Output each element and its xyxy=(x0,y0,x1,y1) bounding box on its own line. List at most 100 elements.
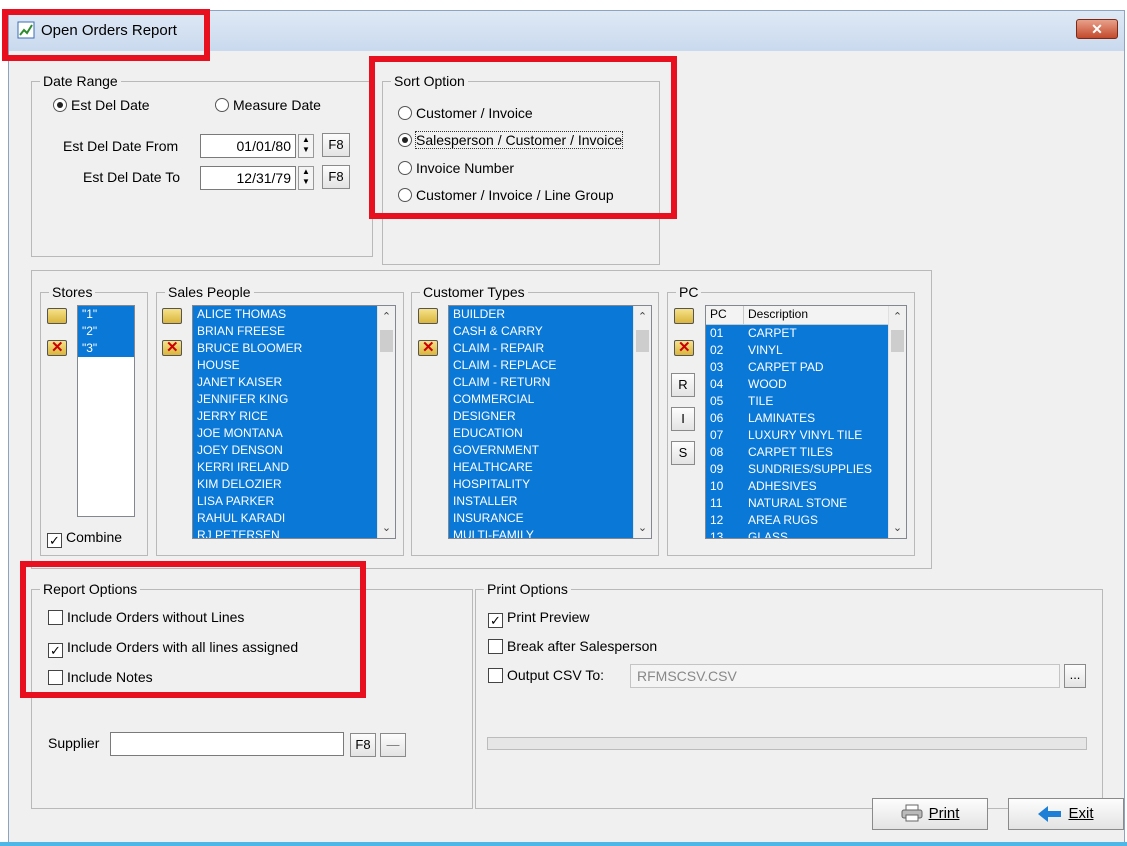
list-item[interactable]: JERRY RICE xyxy=(193,408,378,425)
list-item[interactable]: COMMERCIAL xyxy=(449,391,634,408)
list-item[interactable]: BRUCE BLOOMER xyxy=(193,340,378,357)
supplier-f8-button[interactable]: F8 xyxy=(350,733,376,757)
sort-line-group[interactable]: Customer / Invoice / Line Group xyxy=(398,187,614,203)
list-item[interactable]: BUILDER xyxy=(449,306,634,323)
pc-row[interactable]: 06 LAMINATES xyxy=(706,410,889,427)
list-item[interactable]: RJ PETERSEN xyxy=(193,527,378,538)
deselect-all-icon[interactable] xyxy=(162,338,182,356)
sales-people-list[interactable]: ALICE THOMAS BRIAN FREESE BRUCE BLOOMER HOU… xyxy=(192,305,396,539)
deselect-all-icon[interactable] xyxy=(674,338,694,356)
list-item[interactable]: KIM DELOZIER xyxy=(193,476,378,493)
csv-filename-field[interactable]: RFMSCSV.CSV xyxy=(630,664,1060,688)
to-date-spinner[interactable]: ▲ ▼ xyxy=(298,166,314,190)
stores-list[interactable]: "1" "2" "3" xyxy=(77,305,135,517)
scroll-up-icon[interactable]: ⌃ xyxy=(889,310,906,323)
sort-salesperson[interactable]: Salesperson / Customer / Invoice xyxy=(398,131,624,149)
radio-measure-date[interactable]: Measure Date xyxy=(215,97,321,113)
list-item[interactable]: RAHUL KARADI xyxy=(193,510,378,527)
list-item[interactable]: MULTI-FAMILY xyxy=(449,527,634,538)
list-item[interactable]: JOEY DENSON xyxy=(193,442,378,459)
include-orders-without-lines[interactable]: Include Orders without Lines xyxy=(48,609,244,625)
pc-row[interactable]: 02 VINYL xyxy=(706,342,889,359)
list-item[interactable]: ALICE THOMAS xyxy=(193,306,378,323)
scroll-thumb[interactable] xyxy=(636,330,649,352)
list-item[interactable]: CLAIM - RETURN xyxy=(449,374,634,391)
to-date-field[interactable]: 12/31/79 xyxy=(200,166,296,190)
pc-r-button[interactable]: R xyxy=(671,373,695,397)
pc-col-header[interactable]: PC xyxy=(706,306,744,324)
pc-row[interactable]: 07 LUXURY VINYL TILE xyxy=(706,427,889,444)
radio-est-del-date[interactable]: Est Del Date xyxy=(53,97,150,113)
list-item[interactable]: HOUSE xyxy=(193,357,378,374)
select-all-icon[interactable] xyxy=(47,308,67,324)
break-after-checkbox[interactable]: Break after Salesperson xyxy=(488,638,657,654)
scroll-up-icon[interactable]: ⌃ xyxy=(634,310,651,323)
pc-row[interactable]: 05 TILE xyxy=(706,393,889,410)
include-orders-all-lines-assigned[interactable]: ✓ Include Orders with all lines assigned xyxy=(48,639,298,658)
scroll-thumb[interactable] xyxy=(891,330,904,352)
scroll-down-icon[interactable]: ⌄ xyxy=(889,521,906,534)
scrollbar[interactable]: ⌃ ⌄ xyxy=(377,306,395,538)
pc-row[interactable]: 10 ADHESIVES xyxy=(706,478,889,495)
pc-i-button[interactable]: I xyxy=(671,407,695,431)
exit-button[interactable]: Exit xyxy=(1008,798,1124,830)
include-notes[interactable]: Include Notes xyxy=(48,669,153,685)
pc-s-button[interactable]: S xyxy=(671,441,695,465)
desc-col-header[interactable]: Description xyxy=(744,306,808,324)
sort-customer-invoice[interactable]: Customer / Invoice xyxy=(398,105,533,121)
from-date-spinner[interactable]: ▲ ▼ xyxy=(298,134,314,158)
pc-row[interactable]: 01 CARPET xyxy=(706,325,889,342)
pc-row[interactable]: 13 GLASS xyxy=(706,529,889,538)
csv-browse-button[interactable]: ... xyxy=(1064,664,1086,688)
list-item[interactable]: CASH & CARRY xyxy=(449,323,634,340)
combine-checkbox[interactable]: ✓ Combine xyxy=(47,529,122,548)
select-all-icon[interactable] xyxy=(162,308,182,324)
deselect-all-icon[interactable] xyxy=(47,338,67,356)
supplier-more-button[interactable]: — xyxy=(380,733,406,757)
list-item[interactable]: EDUCATION xyxy=(449,425,634,442)
scrollbar[interactable]: ⌃ ⌄ xyxy=(888,306,906,538)
list-item[interactable]: "1" xyxy=(78,306,134,323)
list-item[interactable]: HOSPITALITY xyxy=(449,476,634,493)
scroll-down-icon[interactable]: ⌄ xyxy=(634,521,651,534)
supplier-field[interactable] xyxy=(110,732,344,756)
list-item[interactable]: INSTALLER xyxy=(449,493,634,510)
list-item[interactable]: LISA PARKER xyxy=(193,493,378,510)
deselect-all-icon[interactable] xyxy=(418,338,438,356)
list-item[interactable]: JENNIFER KING xyxy=(193,391,378,408)
pc-row[interactable]: 12 AREA RUGS xyxy=(706,512,889,529)
from-f8-button[interactable]: F8 xyxy=(322,133,350,157)
select-all-icon[interactable] xyxy=(674,308,694,324)
output-csv-checkbox[interactable]: Output CSV To: xyxy=(488,667,604,683)
list-item[interactable]: BRIAN FREESE xyxy=(193,323,378,340)
scrollbar[interactable]: ⌃ ⌄ xyxy=(633,306,651,538)
pc-row[interactable]: 04 WOOD xyxy=(706,376,889,393)
print-button[interactable]: Print xyxy=(872,798,988,830)
from-date-field[interactable]: 01/01/80 xyxy=(200,134,296,158)
list-item[interactable]: HEALTHCARE xyxy=(449,459,634,476)
scroll-thumb[interactable] xyxy=(380,330,393,352)
customer-types-list[interactable]: BUILDER CASH & CARRY CLAIM - REPAIR CLAIM -… xyxy=(448,305,652,539)
list-item[interactable]: "2" xyxy=(78,323,134,340)
list-item[interactable]: JANET KAISER xyxy=(193,374,378,391)
pc-row[interactable]: 11 NATURAL STONE xyxy=(706,495,889,512)
pc-list[interactable]: PC Description 01 CARPET 02 VINYL 03 CARPET P… xyxy=(705,305,907,539)
scroll-up-icon[interactable]: ⌃ xyxy=(378,310,395,323)
pc-row[interactable]: 03 CARPET PAD xyxy=(706,359,889,376)
pc-row[interactable]: 08 CARPET TILES xyxy=(706,444,889,461)
close-button[interactable]: ✕ xyxy=(1076,19,1118,39)
sort-invoice-number[interactable]: Invoice Number xyxy=(398,160,514,176)
list-item[interactable]: JOE MONTANA xyxy=(193,425,378,442)
list-item[interactable]: GOVERNMENT xyxy=(449,442,634,459)
print-preview-checkbox[interactable]: ✓ Print Preview xyxy=(488,609,589,628)
scroll-down-icon[interactable]: ⌄ xyxy=(378,521,395,534)
list-item[interactable]: DESIGNER xyxy=(449,408,634,425)
list-item[interactable]: CLAIM - REPAIR xyxy=(449,340,634,357)
select-all-icon[interactable] xyxy=(418,308,438,324)
list-item[interactable]: KERRI IRELAND xyxy=(193,459,378,476)
list-item[interactable]: INSURANCE xyxy=(449,510,634,527)
list-item[interactable]: CLAIM - REPLACE xyxy=(449,357,634,374)
to-f8-button[interactable]: F8 xyxy=(322,165,350,189)
list-item[interactable]: "3" xyxy=(78,340,134,357)
pc-row[interactable]: 09 SUNDRIES/SUPPLIES xyxy=(706,461,889,478)
